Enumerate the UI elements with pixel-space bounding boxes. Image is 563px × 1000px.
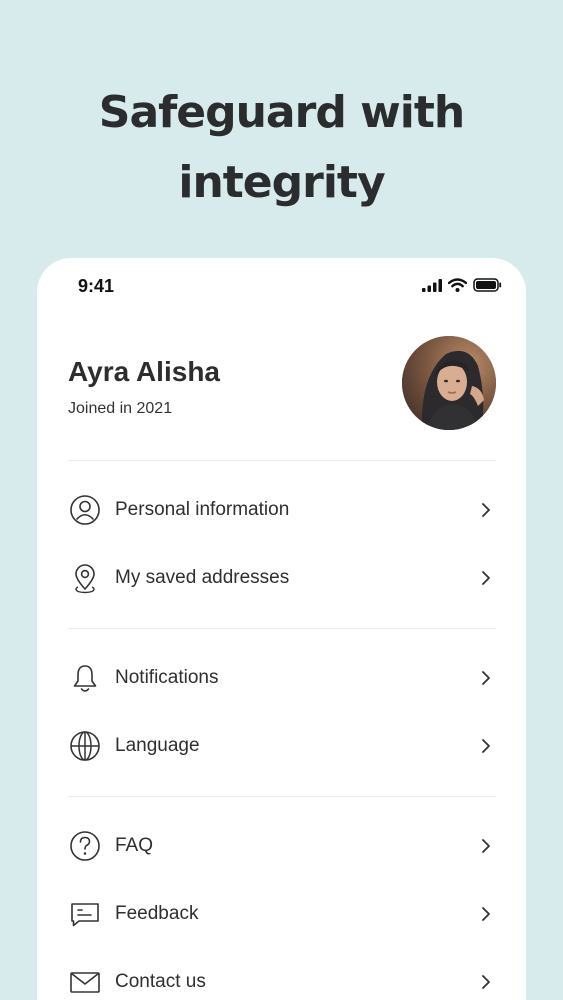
menu-item-label: Language [115, 735, 200, 756]
status-bar: 9:41 [37, 258, 526, 318]
chevron-right-icon [476, 972, 496, 992]
menu-item-label: Feedback [115, 903, 199, 924]
phone-screen: 9:41 Ayra Alisha Joined in 2021 Personal… [37, 258, 526, 1000]
menu-item-saved-addresses[interactable]: My saved addresses [68, 553, 496, 603]
divider [68, 460, 496, 461]
menu-item-contact-us[interactable]: Contact us [68, 957, 496, 1000]
headline-line-1: Safeguard with [98, 87, 465, 138]
chevron-right-icon [476, 904, 496, 924]
menu-item-label: Notifications [115, 667, 219, 688]
profile-header: Ayra Alisha Joined in 2021 [68, 336, 496, 446]
divider [68, 796, 496, 797]
menu-item-faq[interactable]: FAQ [68, 821, 496, 871]
menu-item-label: Contact us [115, 971, 206, 992]
menu-item-label: FAQ [115, 835, 154, 856]
chevron-right-icon [476, 668, 496, 688]
wifi-icon [448, 278, 467, 292]
envelope-icon [68, 965, 102, 999]
profile-name: Ayra Alisha [68, 356, 220, 387]
chevron-right-icon [476, 568, 496, 588]
chevron-right-icon [476, 836, 496, 856]
question-circle-icon [68, 829, 102, 863]
status-icons [422, 278, 502, 292]
avatar-photo [402, 336, 496, 430]
menu-item-personal-information[interactable]: Personal information [68, 485, 496, 535]
battery-icon [473, 278, 502, 292]
menu-item-feedback[interactable]: Feedback [68, 889, 496, 939]
menu-item-label: My saved addresses [115, 567, 290, 588]
headline-line-2: integrity [178, 157, 385, 208]
menu-item-label: Personal information [115, 499, 290, 520]
divider [68, 628, 496, 629]
avatar[interactable] [402, 336, 496, 430]
globe-icon [68, 729, 102, 763]
user-circle-icon [68, 493, 102, 527]
menu-item-notifications[interactable]: Notifications [68, 653, 496, 703]
headline: Safeguard with integrity [0, 78, 563, 218]
signal-icon [422, 278, 442, 292]
bell-icon [68, 661, 102, 695]
profile-joined-date: Joined in 2021 [68, 400, 173, 417]
menu-item-language[interactable]: Language [68, 721, 496, 771]
status-time: 9:41 [78, 276, 115, 296]
chevron-right-icon [476, 736, 496, 756]
chevron-right-icon [476, 500, 496, 520]
location-pin-icon [68, 561, 102, 595]
feedback-icon [68, 897, 102, 931]
